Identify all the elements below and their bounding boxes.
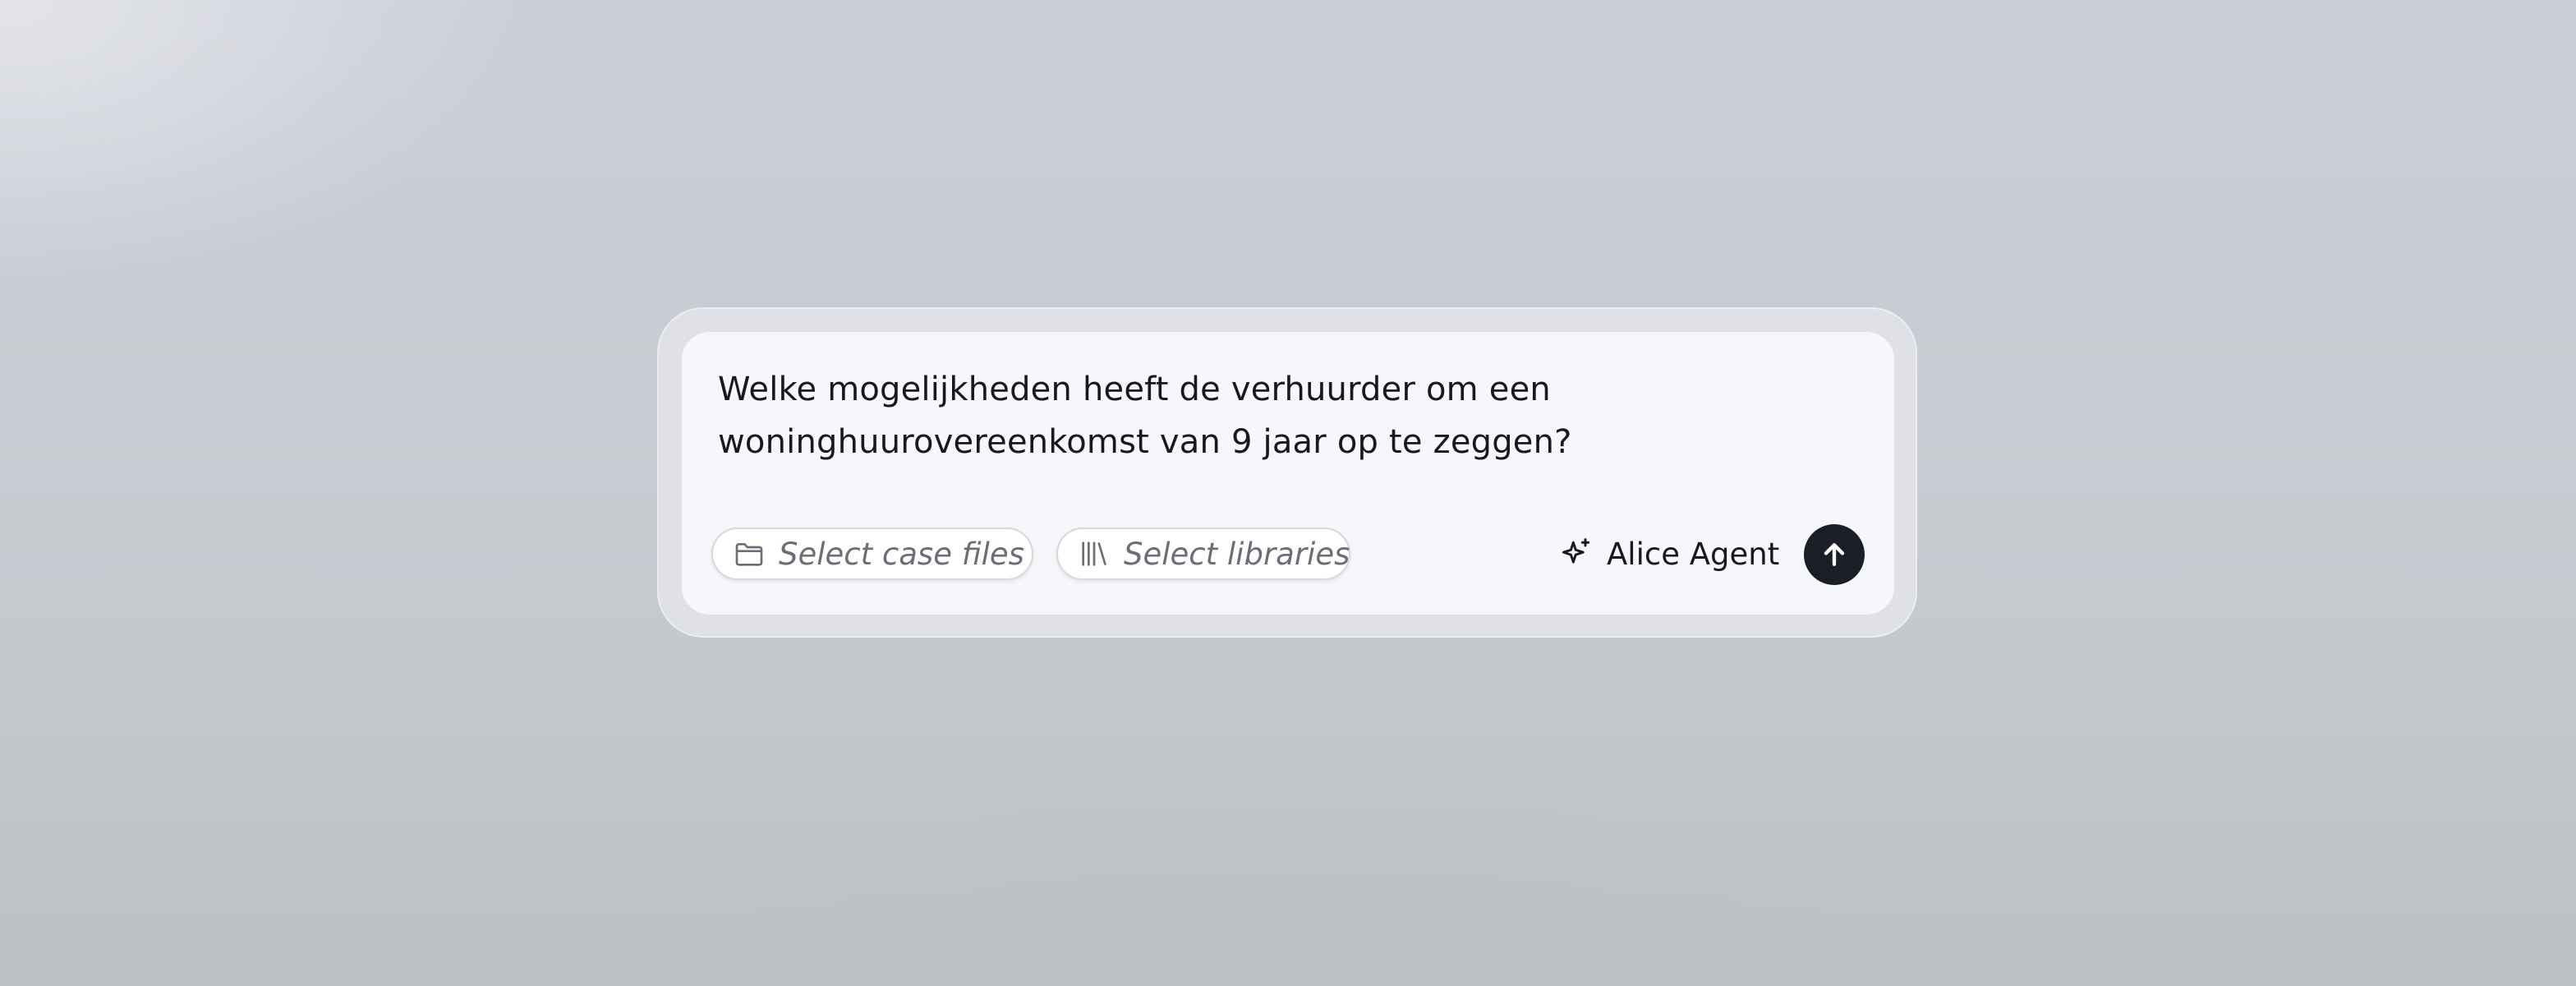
- send-button[interactable]: [1804, 524, 1865, 585]
- agent-selector[interactable]: Alice Agent: [1557, 528, 1779, 580]
- select-case-files-label: Select case files: [779, 536, 1024, 572]
- library-icon: [1078, 537, 1111, 570]
- folder-icon: [733, 537, 766, 570]
- select-libraries-button[interactable]: Select libraries: [1056, 528, 1350, 580]
- query-input[interactable]: Welke mogelijkheden heeft de verhuurder …: [718, 363, 1704, 468]
- select-libraries-label: Select libraries: [1124, 536, 1350, 572]
- select-case-files-button[interactable]: Select case files: [711, 528, 1033, 580]
- chat-composer: Welke mogelijkheden heeft de verhuurder …: [682, 332, 1894, 615]
- sparkle-icon: [1557, 535, 1595, 573]
- arrow-up-icon: [1818, 538, 1851, 571]
- agent-label: Alice Agent: [1607, 536, 1780, 572]
